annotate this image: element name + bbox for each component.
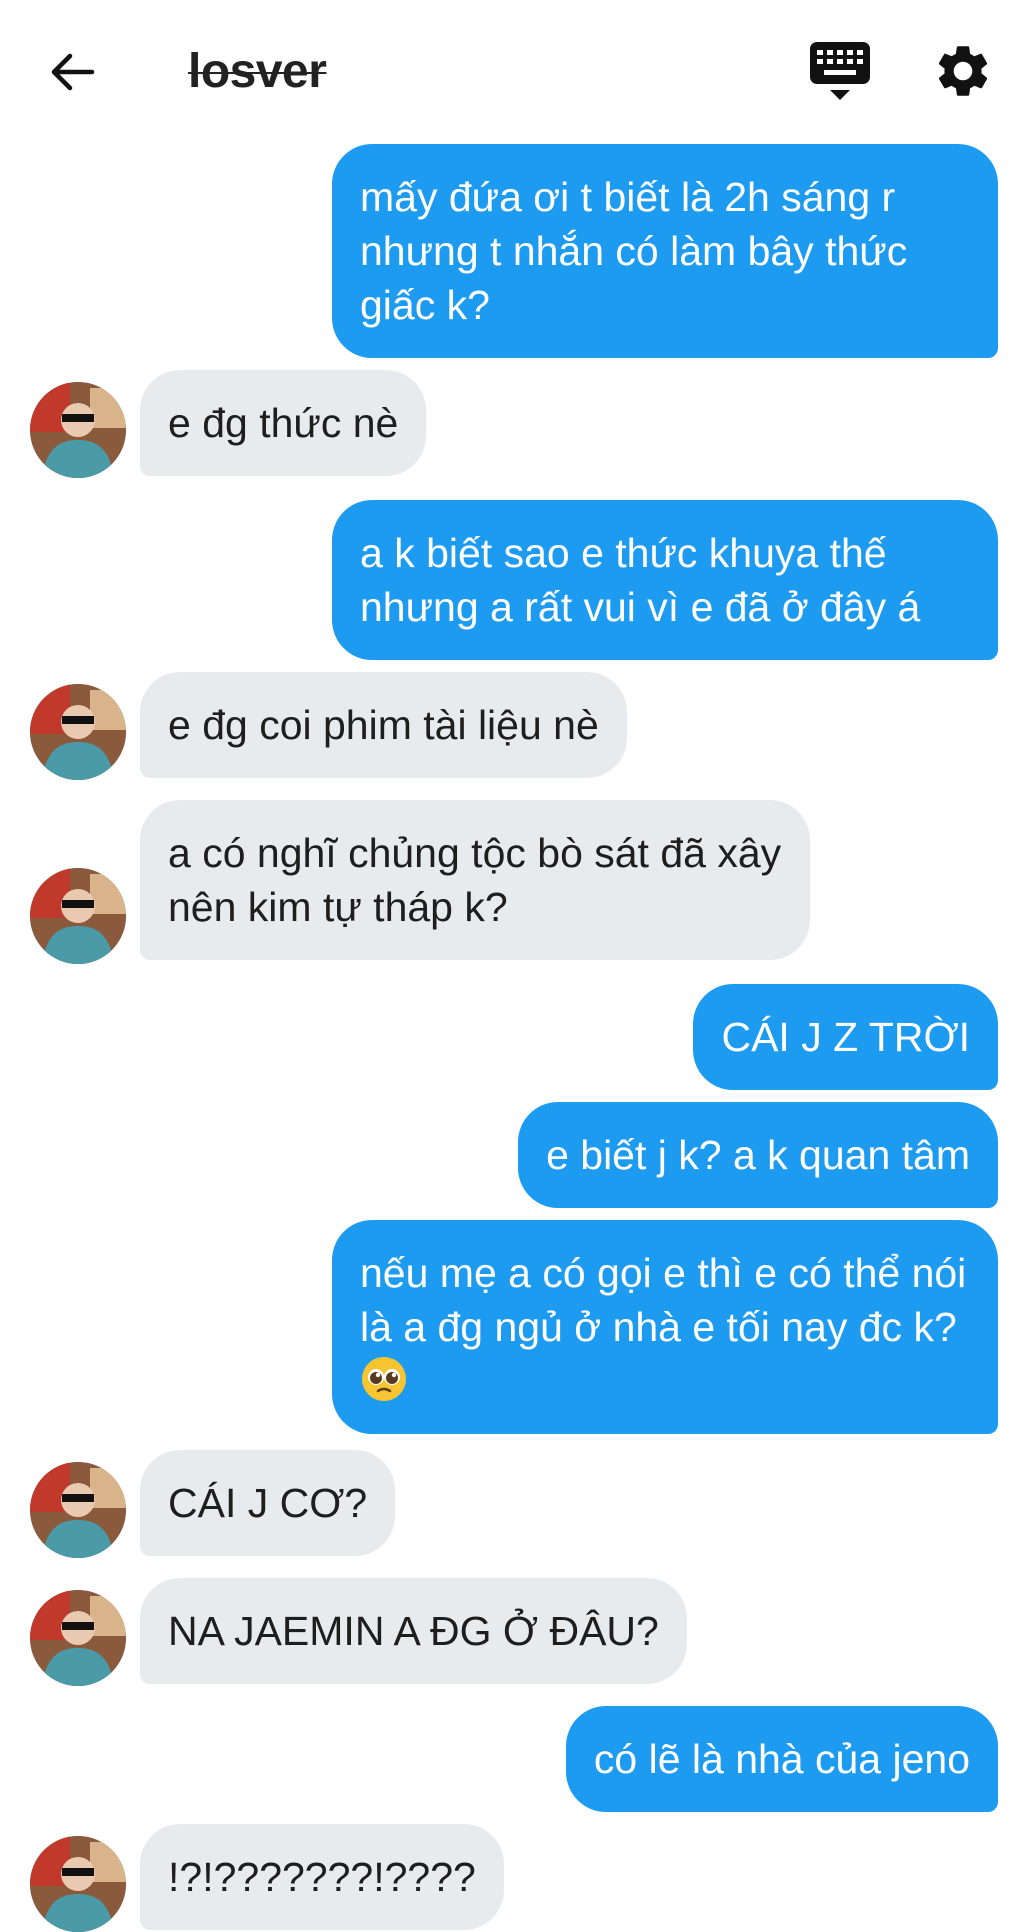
- message-outgoing[interactable]: nếu mẹ a có gọi e thì e có thể nói là a …: [332, 1220, 998, 1434]
- message-incoming[interactable]: !?!???????!????: [140, 1824, 504, 1930]
- message-outgoing[interactable]: có lẽ là nhà của jeno: [565, 1706, 998, 1812]
- avatar[interactable]: [30, 1836, 126, 1932]
- avatar[interactable]: [30, 1590, 126, 1686]
- message-text: e biết j k? a k quan tâm: [546, 1132, 970, 1178]
- message-text: CÁI J Z TRỜI: [721, 1014, 970, 1060]
- gear-icon: [938, 46, 988, 96]
- pleading-face-emoji: [360, 1355, 408, 1403]
- message-incoming[interactable]: e đg coi phim tài liệu nè: [140, 672, 627, 778]
- message-outgoing[interactable]: mấy đứa ơi t biết là 2h sáng r nhưng t n…: [332, 144, 998, 358]
- avatar[interactable]: [30, 1462, 126, 1558]
- chat-header: losver: [0, 0, 1030, 140]
- keyboard-icon: [810, 42, 870, 100]
- message-incoming[interactable]: a có nghĩ chủng tộc bò sát đã xây nên ki…: [140, 800, 810, 960]
- keyboard-button[interactable]: [806, 40, 874, 104]
- message-text: !?!???????!????: [168, 1854, 476, 1900]
- message-text: a k biết sao e thức khuya thế nhưng a rấ…: [360, 530, 921, 630]
- avatar[interactable]: [30, 868, 126, 964]
- message-text: có lẽ là nhà của jeno: [593, 1736, 970, 1782]
- arrow-left-icon: [51, 53, 95, 91]
- message-text: nếu mẹ a có gọi e thì e có thể nói là a …: [360, 1250, 967, 1350]
- settings-button[interactable]: [932, 40, 994, 102]
- message-text: CÁI J CƠ?: [168, 1480, 368, 1526]
- message-incoming[interactable]: CÁI J CƠ?: [140, 1450, 396, 1556]
- avatar[interactable]: [30, 684, 126, 780]
- message-outgoing[interactable]: CÁI J Z TRỜI: [693, 984, 998, 1090]
- message-outgoing[interactable]: e biết j k? a k quan tâm: [518, 1102, 998, 1208]
- message-text: e đg coi phim tài liệu nè: [168, 702, 599, 748]
- avatar[interactable]: [30, 382, 126, 478]
- message-incoming[interactable]: e đg thức nè: [140, 370, 427, 476]
- chat-title: losver: [188, 45, 327, 98]
- back-button[interactable]: [40, 40, 104, 104]
- message-text: mấy đứa ơi t biết là 2h sáng r nhưng t n…: [360, 174, 908, 328]
- message-outgoing[interactable]: a k biết sao e thức khuya thế nhưng a rấ…: [332, 500, 998, 660]
- message-text: e đg thức nè: [168, 400, 399, 446]
- message-incoming[interactable]: NA JAEMIN A ĐG Ở ĐÂU?: [140, 1578, 687, 1684]
- message-text: a có nghĩ chủng tộc bò sát đã xây nên ki…: [168, 830, 782, 930]
- message-text: NA JAEMIN A ĐG Ở ĐÂU?: [168, 1608, 659, 1654]
